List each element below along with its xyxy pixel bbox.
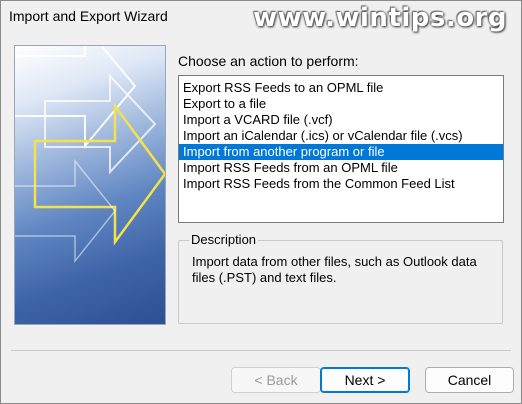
next-button[interactable]: Next > (320, 367, 410, 393)
wizard-side-image (14, 45, 166, 325)
list-item[interactable]: Export to a file (179, 96, 503, 112)
description-legend: Description (189, 232, 259, 247)
window-title: Import and Export Wizard (9, 8, 168, 24)
list-item[interactable]: Import RSS Feeds from an OPML file (179, 160, 503, 176)
list-item[interactable]: Import a VCARD file (.vcf) (179, 112, 503, 128)
list-item[interactable]: Import an iCalendar (.ics) or vCalendar … (179, 128, 503, 144)
cancel-button[interactable]: Cancel (425, 367, 514, 393)
action-listbox[interactable]: Export RSS Feeds to an OPML file Export … (178, 75, 504, 223)
watermark: www.wintips.org (253, 3, 507, 33)
divider (11, 350, 511, 351)
action-prompt: Choose an action to perform: (178, 53, 359, 69)
title-bar: Import and Export Wizard www.wintips.org (1, 1, 521, 33)
description-group: Description Import data from other files… (178, 232, 503, 324)
list-item[interactable]: Export RSS Feeds to an OPML file (179, 80, 503, 96)
list-item-selected[interactable]: Import from another program or file (179, 144, 503, 160)
list-item[interactable]: Import RSS Feeds from the Common Feed Li… (179, 176, 503, 192)
back-button[interactable]: < Back (231, 367, 321, 393)
description-text: Import data from other files, such as Ou… (192, 254, 477, 285)
wizard-window: Import and Export Wizard www.wintips.org… (0, 0, 522, 404)
arrows-graphic (15, 46, 165, 264)
